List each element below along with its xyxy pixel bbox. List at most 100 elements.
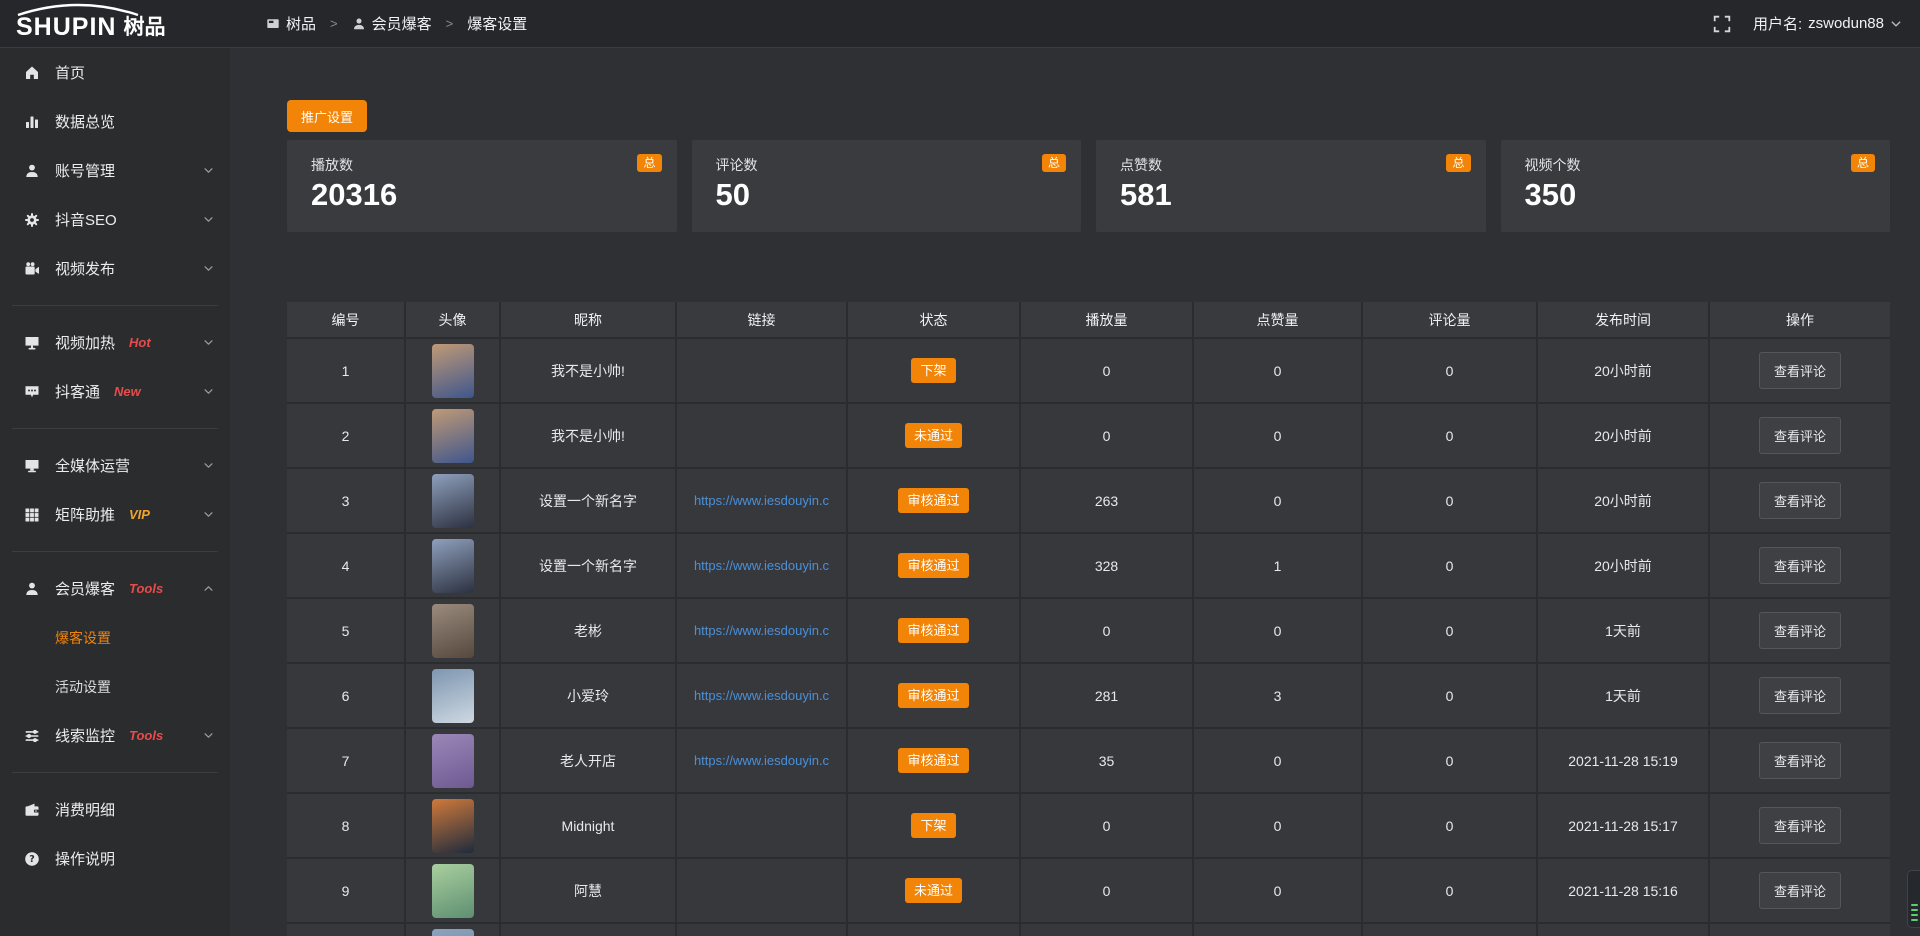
- chevron-down-icon: [1890, 18, 1902, 30]
- sidebar-item[interactable]: 全媒体运营: [0, 441, 230, 490]
- cell-action: 查看评论: [1710, 859, 1890, 922]
- sidebar-item[interactable]: 矩阵助推VIP: [0, 490, 230, 539]
- cell-link: [677, 859, 848, 922]
- sidebar-subitem[interactable]: 活动设置: [0, 662, 230, 711]
- status-badge[interactable]: 审核通过: [898, 488, 968, 513]
- user-menu[interactable]: 用户名: zswodun88: [1753, 13, 1902, 34]
- header-status: 状态: [848, 302, 1021, 337]
- view-comments-button[interactable]: 查看评论: [1759, 677, 1841, 714]
- sidebar-item[interactable]: 账号管理: [0, 146, 230, 195]
- status-badge[interactable]: 未通过: [905, 423, 962, 448]
- cell-avatar: [406, 859, 501, 922]
- view-comments-button[interactable]: 查看评论: [1759, 352, 1841, 389]
- view-comments-button[interactable]: 查看评论: [1759, 417, 1841, 454]
- view-comments-button[interactable]: 查看评论: [1759, 612, 1841, 649]
- sidebar-item-label: 线索监控: [55, 725, 115, 746]
- sidebar-item[interactable]: 数据总览: [0, 97, 230, 146]
- cell-comments: 0: [1363, 534, 1538, 597]
- cell-likes: [1194, 924, 1363, 936]
- table-header: 编号 头像 昵称 链接 状态 播放量 点赞量 评论量 发布时间 操作: [287, 302, 1890, 337]
- cell-id: 5: [287, 599, 406, 662]
- sidebar-item-label: 视频加热: [55, 332, 115, 353]
- sidebar-item[interactable]: ?操作说明: [0, 834, 230, 883]
- status-badge[interactable]: 未通过: [905, 878, 962, 903]
- sidebar-divider: [12, 551, 218, 552]
- view-comments-button[interactable]: 查看评论: [1759, 482, 1841, 519]
- logo-text-cn: 树品: [123, 17, 165, 38]
- cell-status: 下架: [848, 339, 1021, 402]
- cell-status: 审核通过: [848, 664, 1021, 727]
- video-link[interactable]: https://www.iesdouyin.c: [694, 688, 829, 703]
- breadcrumb-item-home[interactable]: 树品: [266, 13, 316, 34]
- sidebar-item[interactable]: 首页: [0, 48, 230, 97]
- sidebar-item-label: 抖音SEO: [55, 209, 117, 230]
- wallet-icon: [24, 802, 40, 818]
- status-badge[interactable]: 下架: [911, 358, 955, 383]
- cell-likes: 0: [1194, 404, 1363, 467]
- cell-status: 审核通过: [848, 729, 1021, 792]
- cell-id: 9: [287, 859, 406, 922]
- stat-value: 350: [1525, 178, 1891, 212]
- status-badge[interactable]: 审核通过: [898, 748, 968, 773]
- heat-icon: [24, 335, 40, 351]
- promo-settings-button[interactable]: 推广设置: [287, 100, 367, 132]
- table-row: 8Midnight下架0002021-11-28 15:17查看评论: [287, 792, 1890, 857]
- breadcrumb-item-member[interactable]: 会员爆客: [352, 13, 432, 34]
- view-comments-button[interactable]: 查看评论: [1759, 547, 1841, 584]
- sidebar-item[interactable]: 视频发布: [0, 244, 230, 293]
- breadcrumb-separator: >: [330, 16, 338, 31]
- widget-bar: [1911, 914, 1918, 916]
- top-bar: SHUPIN 树品 树品 > 会员爆客 > 爆客设置 用户名: zswodun8…: [0, 0, 1920, 48]
- status-badge[interactable]: 审核通过: [898, 683, 968, 708]
- cell-link: https://www.iesdouyin.c: [677, 599, 848, 662]
- sidebar-item-label: 会员爆客: [55, 578, 115, 599]
- view-comments-button[interactable]: 查看评论: [1759, 742, 1841, 779]
- status-badge[interactable]: 审核通过: [898, 553, 968, 578]
- cell-comments: 0: [1363, 729, 1538, 792]
- cell-time: 20小时前: [1538, 534, 1710, 597]
- chevron-down-icon: [203, 509, 214, 520]
- video-link[interactable]: https://www.iesdouyin.c: [694, 623, 829, 638]
- cell-id: 4: [287, 534, 406, 597]
- sidebar-item[interactable]: 消费明细: [0, 785, 230, 834]
- view-comments-button[interactable]: 查看评论: [1759, 807, 1841, 844]
- sidebar-item-label: 操作说明: [55, 848, 115, 869]
- stat-value: 50: [716, 178, 1082, 212]
- status-badge[interactable]: 审核通过: [898, 618, 968, 643]
- cell-action: 查看评论: [1710, 534, 1890, 597]
- sidebar-item[interactable]: 抖音SEO: [0, 195, 230, 244]
- cell-action: [1710, 924, 1890, 936]
- cell-plays: 263: [1021, 469, 1194, 532]
- status-badge[interactable]: 下架: [911, 813, 955, 838]
- cell-nickname: 我不是小帅!: [501, 404, 677, 467]
- cell-plays: 0: [1021, 404, 1194, 467]
- chevron-down-icon: [203, 263, 214, 274]
- fullscreen-icon[interactable]: [1713, 15, 1731, 33]
- table-row: 9阿慧未通过0002021-11-28 15:16查看评论: [287, 857, 1890, 922]
- cell-likes: 0: [1194, 599, 1363, 662]
- cell-likes: 0: [1194, 794, 1363, 857]
- header-avatar: 头像: [406, 302, 501, 337]
- view-comments-button[interactable]: 查看评论: [1759, 872, 1841, 909]
- cell-action: 查看评论: [1710, 599, 1890, 662]
- sliders-icon: [24, 728, 40, 744]
- sidebar-item[interactable]: 会员爆客Tools: [0, 564, 230, 613]
- sidebar-item-badge: New: [114, 384, 141, 399]
- sidebar-item[interactable]: 视频加热 Hot: [0, 318, 230, 367]
- cell-action: 查看评论: [1710, 469, 1890, 532]
- sidebar-subitem[interactable]: 爆客设置: [0, 613, 230, 662]
- sidebar-item[interactable]: 线索监控Tools: [0, 711, 230, 760]
- video-link[interactable]: https://www.iesdouyin.c: [694, 493, 829, 508]
- account-icon: [24, 163, 40, 179]
- avatar: [432, 409, 474, 463]
- sidebar-item-badge: Hot: [129, 335, 151, 350]
- floating-widget[interactable]: [1907, 870, 1920, 928]
- sidebar-item[interactable]: 抖客通New: [0, 367, 230, 416]
- cell-time: 20小时前: [1538, 469, 1710, 532]
- breadcrumb-label: 爆客设置: [467, 13, 527, 34]
- video-link[interactable]: https://www.iesdouyin.c: [694, 558, 829, 573]
- main-content: 推广设置 播放数 20316 总 评论数 50 总 点赞数 581 总 视频个数…: [230, 48, 1920, 936]
- cell-link: https://www.iesdouyin.c: [677, 469, 848, 532]
- video-link[interactable]: https://www.iesdouyin.c: [694, 753, 829, 768]
- video-icon: [24, 261, 40, 277]
